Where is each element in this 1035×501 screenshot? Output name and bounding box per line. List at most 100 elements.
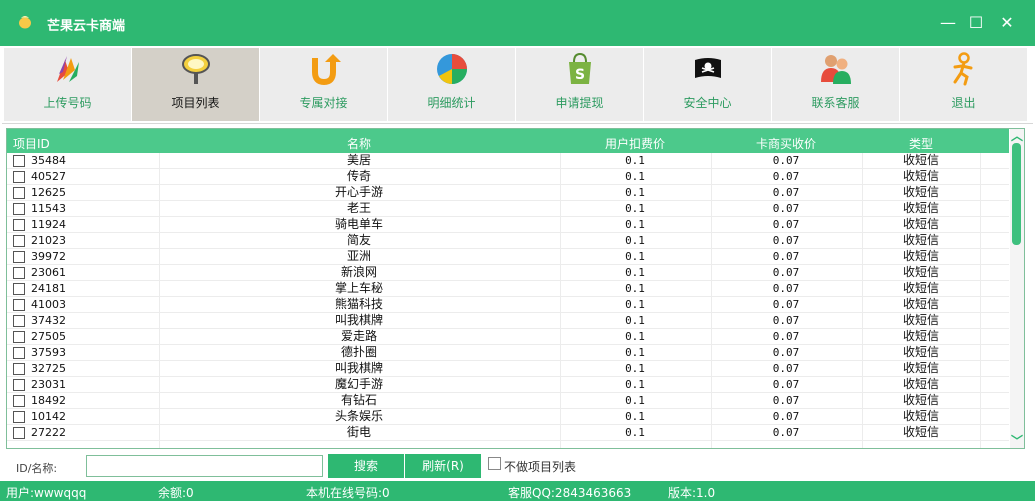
cell-id: 23031: [31, 378, 66, 391]
cell-user-price: 0.1: [625, 282, 645, 295]
row-checkbox[interactable]: [13, 155, 25, 167]
table-row[interactable]: 39972 亚洲 0.1 0.07 收短信: [7, 249, 1009, 265]
row-checkbox[interactable]: [13, 315, 25, 327]
table-row[interactable]: 37432 叫我棋牌 0.1 0.07 收短信: [7, 313, 1009, 329]
table-row[interactable]: 21023 简友 0.1 0.07 收短信: [7, 233, 1009, 249]
tool-label: 专属对接: [299, 96, 348, 110]
table-row[interactable]: 18492 有钻石 0.1 0.07 收短信: [7, 393, 1009, 409]
row-checkbox[interactable]: [13, 267, 25, 279]
cell-name: 有钻石: [340, 393, 377, 407]
running-man-icon: [953, 52, 973, 86]
cell-name: 街电: [346, 425, 371, 439]
vertical-scrollbar[interactable]: ︿ ﹀: [1010, 129, 1024, 448]
cell-id: 40527: [31, 170, 66, 183]
table-row[interactable]: 11924 骑电单车 0.1 0.07 收短信: [7, 217, 1009, 233]
tool-project-list[interactable]: 项目列表: [132, 48, 259, 121]
cell-buy-price: 0.07: [772, 170, 800, 183]
row-checkbox[interactable]: [13, 235, 25, 247]
cell-user-price: 0.1: [625, 170, 645, 183]
column-header-id[interactable]: 项目ID: [13, 135, 50, 152]
cell-type: 收短信: [902, 313, 939, 327]
tool-label: 联系客服: [811, 96, 860, 110]
cell-user-price: 0.1: [625, 410, 645, 423]
cell-id: 11543: [31, 202, 66, 215]
cell-user-price: 0.1: [625, 202, 645, 215]
cell-type: 收短信: [902, 265, 939, 279]
row-checkbox[interactable]: [13, 427, 25, 439]
cell-buy-price: 0.07: [772, 346, 800, 359]
cell-name: 叫我棋牌: [334, 313, 383, 327]
row-checkbox[interactable]: [13, 203, 25, 215]
close-button[interactable]: ✕: [996, 12, 1018, 34]
search-bar: ID/名称: 搜索 刷新(R) 不做项目列表: [0, 451, 1035, 481]
minimize-button[interactable]: —: [937, 12, 959, 34]
cell-id: 39972: [31, 250, 66, 263]
table-row[interactable]: 11543 老王 0.1 0.07 收短信: [7, 201, 1009, 217]
column-header-user-price[interactable]: 用户扣费价: [560, 135, 710, 152]
row-checkbox[interactable]: [13, 363, 25, 375]
cell-type: 收短信: [902, 185, 939, 199]
table-row[interactable]: 12625 开心手游 0.1 0.07 收短信: [7, 185, 1009, 201]
cell-id: 23061: [31, 266, 66, 279]
table-row[interactable]: 41003 熊猫科技 0.1 0.07 收短信: [7, 297, 1009, 313]
column-header-buy-price[interactable]: 卡商买收价: [711, 135, 861, 152]
table-row[interactable]: 23031 魔幻手游 0.1 0.07 收短信: [7, 377, 1009, 393]
status-version: 版本:1.0: [668, 486, 716, 500]
search-input[interactable]: [86, 455, 323, 477]
search-button[interactable]: 搜索: [328, 454, 404, 478]
cell-id: 37593: [31, 346, 66, 359]
table-row[interactable]: 10142 头条娱乐 0.1 0.07 收短信: [7, 409, 1009, 425]
cell-name: 简友: [346, 233, 371, 247]
row-checkbox[interactable]: [13, 283, 25, 295]
table-row[interactable]: 23061 新浪网 0.1 0.07 收短信: [7, 265, 1009, 281]
table-row[interactable]: 27222 街电 0.1 0.07 收短信: [7, 425, 1009, 441]
row-checkbox[interactable]: [13, 411, 25, 423]
tool-exclusive-docking[interactable]: 专属对接: [260, 48, 387, 121]
scroll-thumb[interactable]: [1012, 143, 1021, 245]
table-row[interactable]: 40527 传奇 0.1 0.07 收短信: [7, 169, 1009, 185]
cell-type: 收短信: [902, 345, 939, 359]
row-checkbox[interactable]: [13, 379, 25, 391]
column-header-type[interactable]: 类型: [862, 135, 980, 152]
row-checkbox[interactable]: [13, 331, 25, 343]
cell-buy-price: 0.07: [772, 410, 800, 423]
cell-user-price: 0.1: [625, 346, 645, 359]
column-header-name[interactable]: 名称: [159, 135, 559, 152]
cell-user-price: 0.1: [625, 218, 645, 231]
u-turn-arrow-icon: [312, 54, 341, 86]
scroll-down-icon[interactable]: ﹀: [1010, 434, 1024, 448]
status-service-qq: 客服QQ:2843463663: [508, 486, 632, 500]
cell-user-price: 0.1: [625, 314, 645, 327]
cell-user-price: 0.1: [625, 234, 645, 247]
hide-list-checkbox[interactable]: [488, 457, 501, 470]
tool-apply-withdraw[interactable]: S 申请提现: [516, 48, 643, 121]
cell-buy-price: 0.07: [772, 330, 800, 343]
row-checkbox[interactable]: [13, 251, 25, 263]
cell-user-price: 0.1: [625, 298, 645, 311]
row-checkbox[interactable]: [13, 395, 25, 407]
row-checkbox[interactable]: [13, 187, 25, 199]
row-checkbox[interactable]: [13, 219, 25, 231]
cell-buy-price: 0.07: [772, 218, 800, 231]
tool-contact-support[interactable]: 联系客服: [772, 48, 899, 121]
row-checkbox[interactable]: [13, 171, 25, 183]
tool-detail-statistics[interactable]: 明细统计: [388, 48, 515, 121]
table-row[interactable]: 24181 掌上车秘 0.1 0.07 收短信: [7, 281, 1009, 297]
tool-upload-numbers[interactable]: 上传号码: [4, 48, 131, 121]
tool-security-center[interactable]: 安全中心: [644, 48, 771, 121]
row-checkbox[interactable]: [13, 347, 25, 359]
refresh-button[interactable]: 刷新(R): [405, 454, 481, 478]
cell-buy-price: 0.07: [772, 154, 800, 167]
cell-id: 35484: [31, 154, 66, 167]
scroll-up-icon[interactable]: ︿: [1010, 129, 1024, 143]
tool-exit[interactable]: 退出: [900, 48, 1027, 121]
row-checkbox[interactable]: [13, 299, 25, 311]
table-row[interactable]: 37593 德扑圈 0.1 0.07 收短信: [7, 345, 1009, 361]
hide-list-checkbox-label[interactable]: 不做项目列表: [504, 458, 576, 475]
maximize-button[interactable]: ☐: [965, 12, 987, 34]
cell-user-price: 0.1: [625, 394, 645, 407]
table-row[interactable]: 32725 叫我棋牌 0.1 0.07 收短信: [7, 361, 1009, 377]
table-row[interactable]: 27505 爱走路 0.1 0.07 收短信: [7, 329, 1009, 345]
cell-name: 德扑圈: [340, 345, 377, 359]
table-row[interactable]: 35484 美居 0.1 0.07 收短信: [7, 153, 1009, 169]
